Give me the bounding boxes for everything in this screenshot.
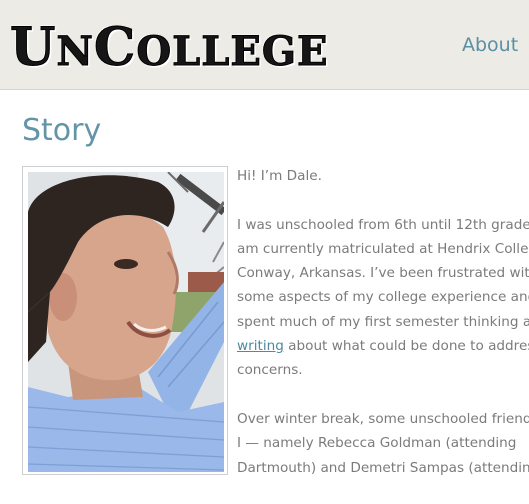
story-line: Conway, Arkansas. I’ve been frustrated w… — [237, 265, 529, 282]
page-title: Story — [22, 113, 102, 148]
story-line: am currently matriculated at Hendrix Col… — [237, 240, 529, 257]
story-line: I was unschooled from 6th until 12th gra… — [237, 216, 529, 233]
story-line: I — namely Rebecca Goldman (attending — [237, 435, 517, 452]
uncollege-logo[interactable]: UNCOLLEGE — [9, 21, 329, 78]
story-line: concerns. — [237, 362, 303, 379]
story-paragraph-2: I was unschooled from 6th until 12th gra… — [237, 213, 529, 383]
site-header: UNCOLLEGE About — [0, 0, 529, 90]
story-line: some aspects of my college experience an… — [237, 289, 529, 306]
writing-link[interactable]: writing — [237, 338, 284, 354]
logo-letter-n: N — [56, 28, 94, 76]
story-text: Hi! I’m Dale. I was unschooled from 6th … — [237, 164, 529, 504]
profile-photo-frame — [22, 166, 228, 475]
story-line: about what could be done to address — [283, 338, 529, 355]
story-paragraph-1: Hi! I’m Dale. — [237, 164, 529, 188]
logo-letter-c: C — [93, 17, 137, 78]
story-line: Over winter break, some unschooled frien… — [237, 410, 529, 427]
story-line: Dartmouth) and Demetri Sampas (attending — [237, 459, 529, 476]
profile-photo — [28, 172, 224, 472]
story-line: spent much of my first semester thinking… — [237, 313, 529, 330]
logo-letter-u: U — [9, 17, 57, 78]
story-paragraph-3: Over winter break, some unschooled frien… — [237, 407, 529, 480]
logo-rest: OLLEGE — [136, 28, 329, 76]
nav-link-about[interactable]: About — [462, 34, 518, 56]
greeting-line: Hi! I’m Dale. — [237, 168, 322, 184]
